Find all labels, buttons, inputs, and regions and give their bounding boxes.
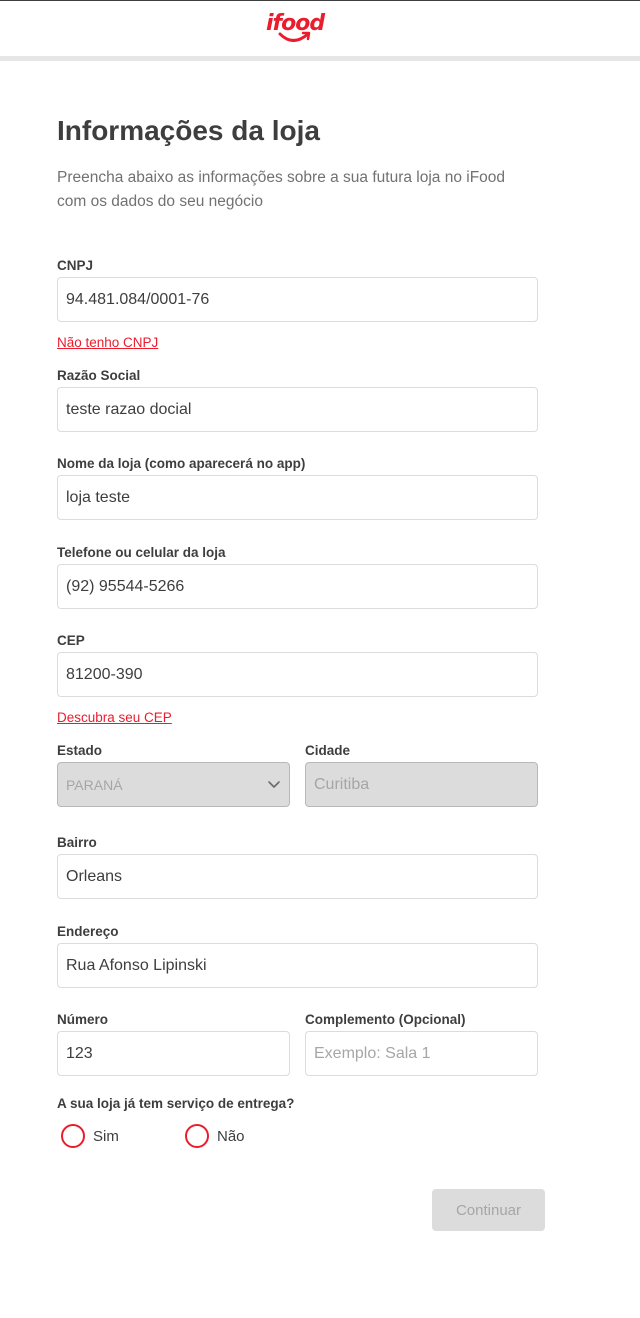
ifood-logo[interactable]: ifood <box>266 11 330 47</box>
cnpj-input[interactable] <box>57 277 538 322</box>
endereco-input[interactable] <box>57 943 538 988</box>
radio-label-nao: Não <box>217 1127 245 1145</box>
smile-icon <box>278 31 311 42</box>
complemento-label: Complemento (Opcional) <box>305 1012 466 1027</box>
phone-input[interactable] <box>57 564 538 609</box>
cnpj-label: CNPJ <box>57 258 94 273</box>
cidade-label: Cidade <box>305 743 351 758</box>
cep-label: CEP <box>57 633 85 648</box>
numero-input[interactable] <box>57 1031 290 1076</box>
cep-input[interactable] <box>57 652 538 697</box>
estado-value: PARANÁ <box>66 776 123 793</box>
razao-social-label: Razão Social <box>57 368 141 383</box>
find-cep-link[interactable]: Descubra seu CEP <box>57 710 172 726</box>
radio-button[interactable] <box>185 1124 209 1148</box>
top-bar: ifood <box>0 0 640 56</box>
store-name-input[interactable] <box>57 475 538 520</box>
radio-button[interactable] <box>61 1124 85 1148</box>
store-name-label: Nome da loja (como aparecerá no app) <box>57 456 306 471</box>
page-title: Informações da loja <box>57 115 320 146</box>
delivery-question: A sua loja já tem serviço de entrega? <box>57 1096 295 1111</box>
phone-label: Telefone ou celular da loja <box>57 545 226 560</box>
continue-button[interactable]: Continuar <box>432 1189 545 1231</box>
estado-select[interactable]: PARANÁ <box>57 762 290 807</box>
estado-label: Estado <box>57 743 103 758</box>
complemento-input[interactable] <box>305 1031 538 1076</box>
radio-option-sim[interactable]: Sim <box>61 1123 119 1149</box>
radio-label-sim: Sim <box>93 1127 119 1145</box>
no-cnpj-link[interactable]: Não tenho CNPJ <box>57 335 158 351</box>
numero-label: Número <box>57 1012 109 1027</box>
bairro-input[interactable] <box>57 854 538 899</box>
page-subtitle: Preencha abaixo as informações sobre a s… <box>57 169 506 210</box>
razao-social-input[interactable] <box>57 387 538 432</box>
chevron-down-icon <box>268 780 280 788</box>
endereco-label: Endereço <box>57 924 119 939</box>
header-divider <box>0 56 640 61</box>
bairro-label: Bairro <box>57 835 97 850</box>
radio-option-nao[interactable]: Não <box>185 1123 245 1149</box>
cidade-input[interactable] <box>305 762 538 807</box>
